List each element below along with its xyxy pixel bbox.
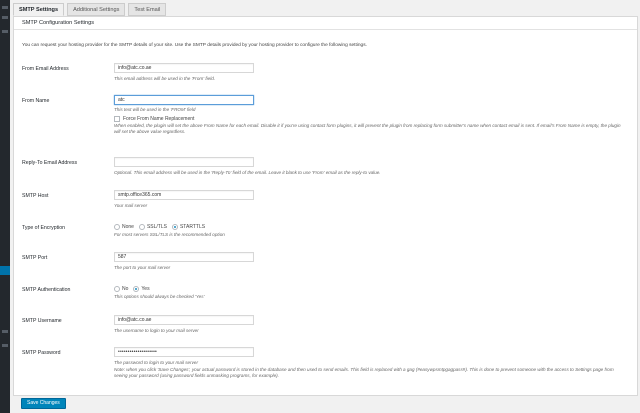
- smtp-port-label: SMTP Port: [22, 255, 48, 261]
- admin-sidebar: [0, 0, 13, 413]
- smtp-auth-yes-radio[interactable]: [133, 286, 140, 292]
- panel-intro: You can request your hosting provider fo…: [22, 43, 367, 48]
- reply-to-label: Reply-To Email Address: [22, 160, 78, 166]
- encryption-ssl-label: SSL/TLS: [146, 224, 167, 230]
- smtp-password-label: SMTP Password: [22, 350, 61, 356]
- smtp-auth-radio-group: No Yes: [114, 285, 626, 293]
- panel-title: SMTP Configuration Settings: [14, 17, 637, 30]
- encryption-none-radio[interactable]: [114, 224, 120, 230]
- from-name-field[interactable]: atc: [114, 95, 254, 105]
- smtp-auth-no-label: No: [122, 286, 129, 292]
- encryption-desc: For most servers SSL/TLS is the recommen…: [114, 232, 225, 237]
- tab-test-email[interactable]: Test Email: [128, 3, 167, 16]
- smtp-auth-desc: This options should always be checked 'Y…: [114, 294, 205, 299]
- admin-menu-icon[interactable]: [2, 344, 8, 347]
- smtp-host-field[interactable]: smtp.office365.com: [114, 190, 254, 200]
- encryption-ssl-radio[interactable]: [138, 224, 145, 230]
- save-changes-button[interactable]: Save Changes: [21, 398, 66, 409]
- smtp-port-desc: The port to your mail server: [114, 265, 171, 270]
- admin-menu-icon[interactable]: [2, 16, 8, 19]
- admin-menu-icon[interactable]: [2, 6, 8, 9]
- admin-menu-icon[interactable]: [2, 30, 8, 33]
- smtp-username-desc: The username to login to your mail serve…: [114, 328, 199, 333]
- smtp-username-field[interactable]: info@atc.co.ae: [114, 315, 254, 325]
- smtp-host-label: SMTP Host: [22, 193, 49, 199]
- smtp-username-label: SMTP Username: [22, 318, 62, 324]
- force-from-name-label: Force From Name Replacement: [123, 115, 195, 122]
- tab-smtp-settings[interactable]: SMTP Settings: [13, 3, 65, 16]
- encryption-radio-group: None SSL/TLS STARTTLS: [114, 223, 626, 231]
- smtp-auth-no-radio[interactable]: [114, 286, 120, 292]
- from-name-desc: This text will be used in the 'FROM' fie…: [114, 107, 196, 112]
- encryption-starttls-radio[interactable]: [171, 224, 178, 230]
- encryption-none-label: None: [122, 224, 134, 230]
- reply-to-field[interactable]: [114, 157, 254, 167]
- tab-additional-settings[interactable]: Additional Settings: [67, 3, 126, 16]
- encryption-starttls-label: STARTTLS: [179, 224, 206, 230]
- smtp-password-field[interactable]: ••••••••••••••••••••: [114, 347, 254, 357]
- force-from-name-checkbox[interactable]: [114, 115, 120, 122]
- from-email-label: From Email Address: [22, 66, 69, 72]
- from-name-label: From Name: [22, 98, 50, 104]
- smtp-config-panel: SMTP Configuration Settings You can requ…: [13, 16, 638, 396]
- from-email-desc: This email address will be used in the '…: [114, 76, 216, 81]
- admin-menu-icon-active[interactable]: [0, 266, 13, 275]
- smtp-password-note: Note: when you click 'Save Changes', you…: [114, 366, 614, 379]
- from-email-field[interactable]: info@atc.co.ae: [114, 63, 254, 73]
- smtp-host-desc: Your mail server: [114, 203, 148, 208]
- smtp-auth-yes-label: Yes: [141, 286, 150, 292]
- reply-to-desc: Optional. This email address will be use…: [114, 170, 381, 175]
- smtp-port-field[interactable]: 587: [114, 252, 254, 262]
- encryption-label: Type of Encryption: [22, 225, 65, 231]
- smtp-auth-label: SMTP Authentication: [22, 287, 71, 293]
- force-from-name-checkbox-row: Force From Name Replacement: [114, 115, 626, 122]
- settings-tabs: SMTP Settings Additional Settings Test E…: [13, 3, 167, 16]
- admin-menu-icon[interactable]: [2, 330, 8, 333]
- force-from-name-desc: When enabled, the plugin will set the ab…: [114, 122, 621, 135]
